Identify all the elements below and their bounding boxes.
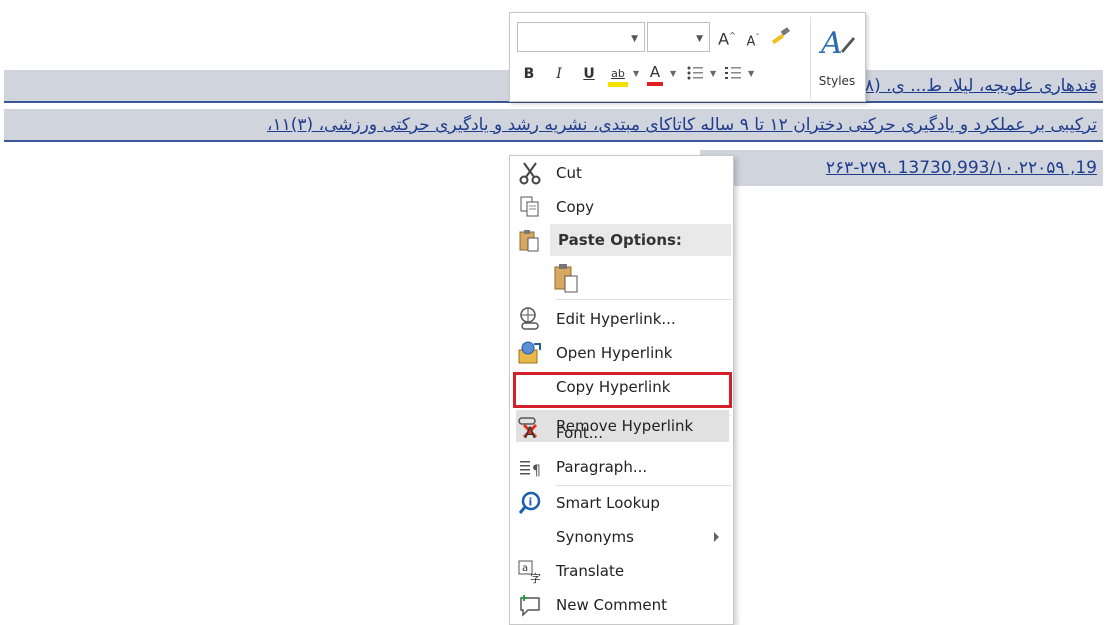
- edit-hyperlink-icon: [520, 307, 539, 330]
- styles-label: Styles: [818, 74, 856, 88]
- chevron-down-icon[interactable]: ▼: [670, 69, 676, 78]
- grow-font-button[interactable]: A^: [716, 26, 738, 48]
- underline-button[interactable]: U: [580, 64, 598, 86]
- highlight-button[interactable]: ab: [606, 62, 630, 87]
- font-name-combobox[interactable]: ▼: [517, 22, 645, 52]
- italic-button[interactable]: I: [550, 64, 568, 86]
- paste-icon: [519, 230, 539, 252]
- grow-font-icon: A: [718, 29, 730, 49]
- new-comment-icon: [520, 595, 540, 617]
- menu-item-label: Copy: [556, 198, 595, 216]
- font-color-bar: [647, 82, 663, 86]
- bullets-icon: [687, 66, 703, 80]
- font-color-icon: A: [649, 63, 661, 81]
- chevron-down-icon[interactable]: ▼: [633, 69, 639, 78]
- smart-lookup-icon: i: [518, 491, 541, 514]
- menu-item-copy-hyperlink[interactable]: Copy Hyperlink: [510, 370, 733, 404]
- translate-icon: a 字: [518, 560, 541, 584]
- numbering-icon: [725, 67, 741, 79]
- font-color-button[interactable]: A: [645, 62, 665, 86]
- highlight-color-bar: [608, 82, 628, 87]
- menu-item-smart-lookup[interactable]: i Smart Lookup: [510, 486, 733, 520]
- menu-item-label: Edit Hyperlink...: [556, 310, 676, 328]
- svg-text:字: 字: [530, 571, 541, 584]
- underline-label: U: [583, 66, 595, 82]
- svg-text:¶: ¶: [532, 463, 541, 479]
- paste-keep-text-icon: [554, 264, 578, 293]
- italic-label: I: [556, 66, 562, 82]
- menu-item-label: Paragraph...: [556, 458, 648, 476]
- highlight-icon: ab: [611, 67, 625, 80]
- menu-item-paragraph[interactable]: ¶ Paragraph...: [510, 450, 733, 484]
- font-size-combobox[interactable]: ▼: [647, 22, 710, 52]
- paragraph-icon: ¶: [520, 461, 541, 479]
- mini-toolbar: ▼ ▼ A^ Aˇ B I U ab ▼ A ▼ ▼ ▼ A Styles: [509, 12, 866, 102]
- menu-item-label: Copy Hyperlink: [556, 378, 671, 396]
- selection-underline: [4, 140, 1103, 142]
- open-hyperlink-icon: [518, 341, 541, 364]
- shrink-font-button[interactable]: Aˇ: [742, 28, 764, 50]
- menu-item-synonyms[interactable]: Synonyms: [510, 520, 733, 554]
- menu-item-label: Font...: [556, 424, 603, 442]
- menu-item-label: Translate: [556, 562, 625, 580]
- menu-item-font[interactable]: A Font...: [510, 416, 733, 450]
- chevron-down-icon[interactable]: ▼: [710, 69, 716, 78]
- context-menu: Cut Copy Paste Options: Edit Hyperlink..…: [509, 155, 734, 625]
- menu-item-edit-hyperlink[interactable]: Edit Hyperlink...: [510, 302, 733, 336]
- document-text-line-2[interactable]: ترکیبی بر عملکرد و یادگیری حرکتی دختران …: [4, 109, 1103, 142]
- format-painter-button[interactable]: [768, 25, 794, 47]
- chevron-down-icon[interactable]: ▼: [696, 34, 703, 44]
- menu-item-copy[interactable]: Copy: [510, 190, 733, 224]
- document-text-line-3[interactable]: 19, 13730,993/۱۰.۲۲۰۵۹ .۲۶۳-۲۷۹: [700, 150, 1103, 186]
- menu-item-label: Cut: [556, 164, 582, 182]
- svg-text:a: a: [522, 563, 528, 574]
- scissors-icon: [519, 162, 541, 185]
- bold-button[interactable]: B: [520, 64, 538, 86]
- menu-item-cut[interactable]: Cut: [510, 156, 733, 190]
- menu-item-label: New Comment: [556, 596, 667, 614]
- numbering-button[interactable]: [722, 63, 744, 85]
- menu-separator: [556, 299, 731, 300]
- menu-item-open-hyperlink[interactable]: Open Hyperlink: [510, 336, 733, 370]
- menu-item-translate[interactable]: a 字 Translate: [510, 554, 733, 588]
- menu-item-new-comment[interactable]: New Comment: [510, 588, 733, 622]
- menu-item-label: Synonyms: [556, 528, 634, 546]
- chevron-down-icon[interactable]: ▼: [631, 34, 638, 44]
- copy-icon: [520, 196, 539, 217]
- menu-item-paste-options: Paste Options:: [510, 224, 733, 258]
- bullets-button[interactable]: [684, 63, 706, 85]
- format-painter-icon: [771, 27, 790, 45]
- chevron-down-icon[interactable]: ▼: [748, 69, 754, 78]
- menu-item-label: Open Hyperlink: [556, 344, 673, 362]
- menu-item-label: Paste Options:: [558, 231, 682, 249]
- menu-item-label: Smart Lookup: [556, 494, 660, 512]
- svg-text:A: A: [818, 26, 843, 61]
- paste-keep-text-button[interactable]: [552, 262, 584, 296]
- styles-icon: A: [818, 26, 855, 61]
- svg-text:i: i: [529, 496, 533, 509]
- bold-label: B: [523, 66, 535, 82]
- paste-options-header: Paste Options:: [550, 224, 731, 256]
- font-icon: A: [524, 423, 536, 442]
- styles-button[interactable]: A Styles: [810, 17, 863, 99]
- submenu-arrow-icon: [714, 532, 719, 542]
